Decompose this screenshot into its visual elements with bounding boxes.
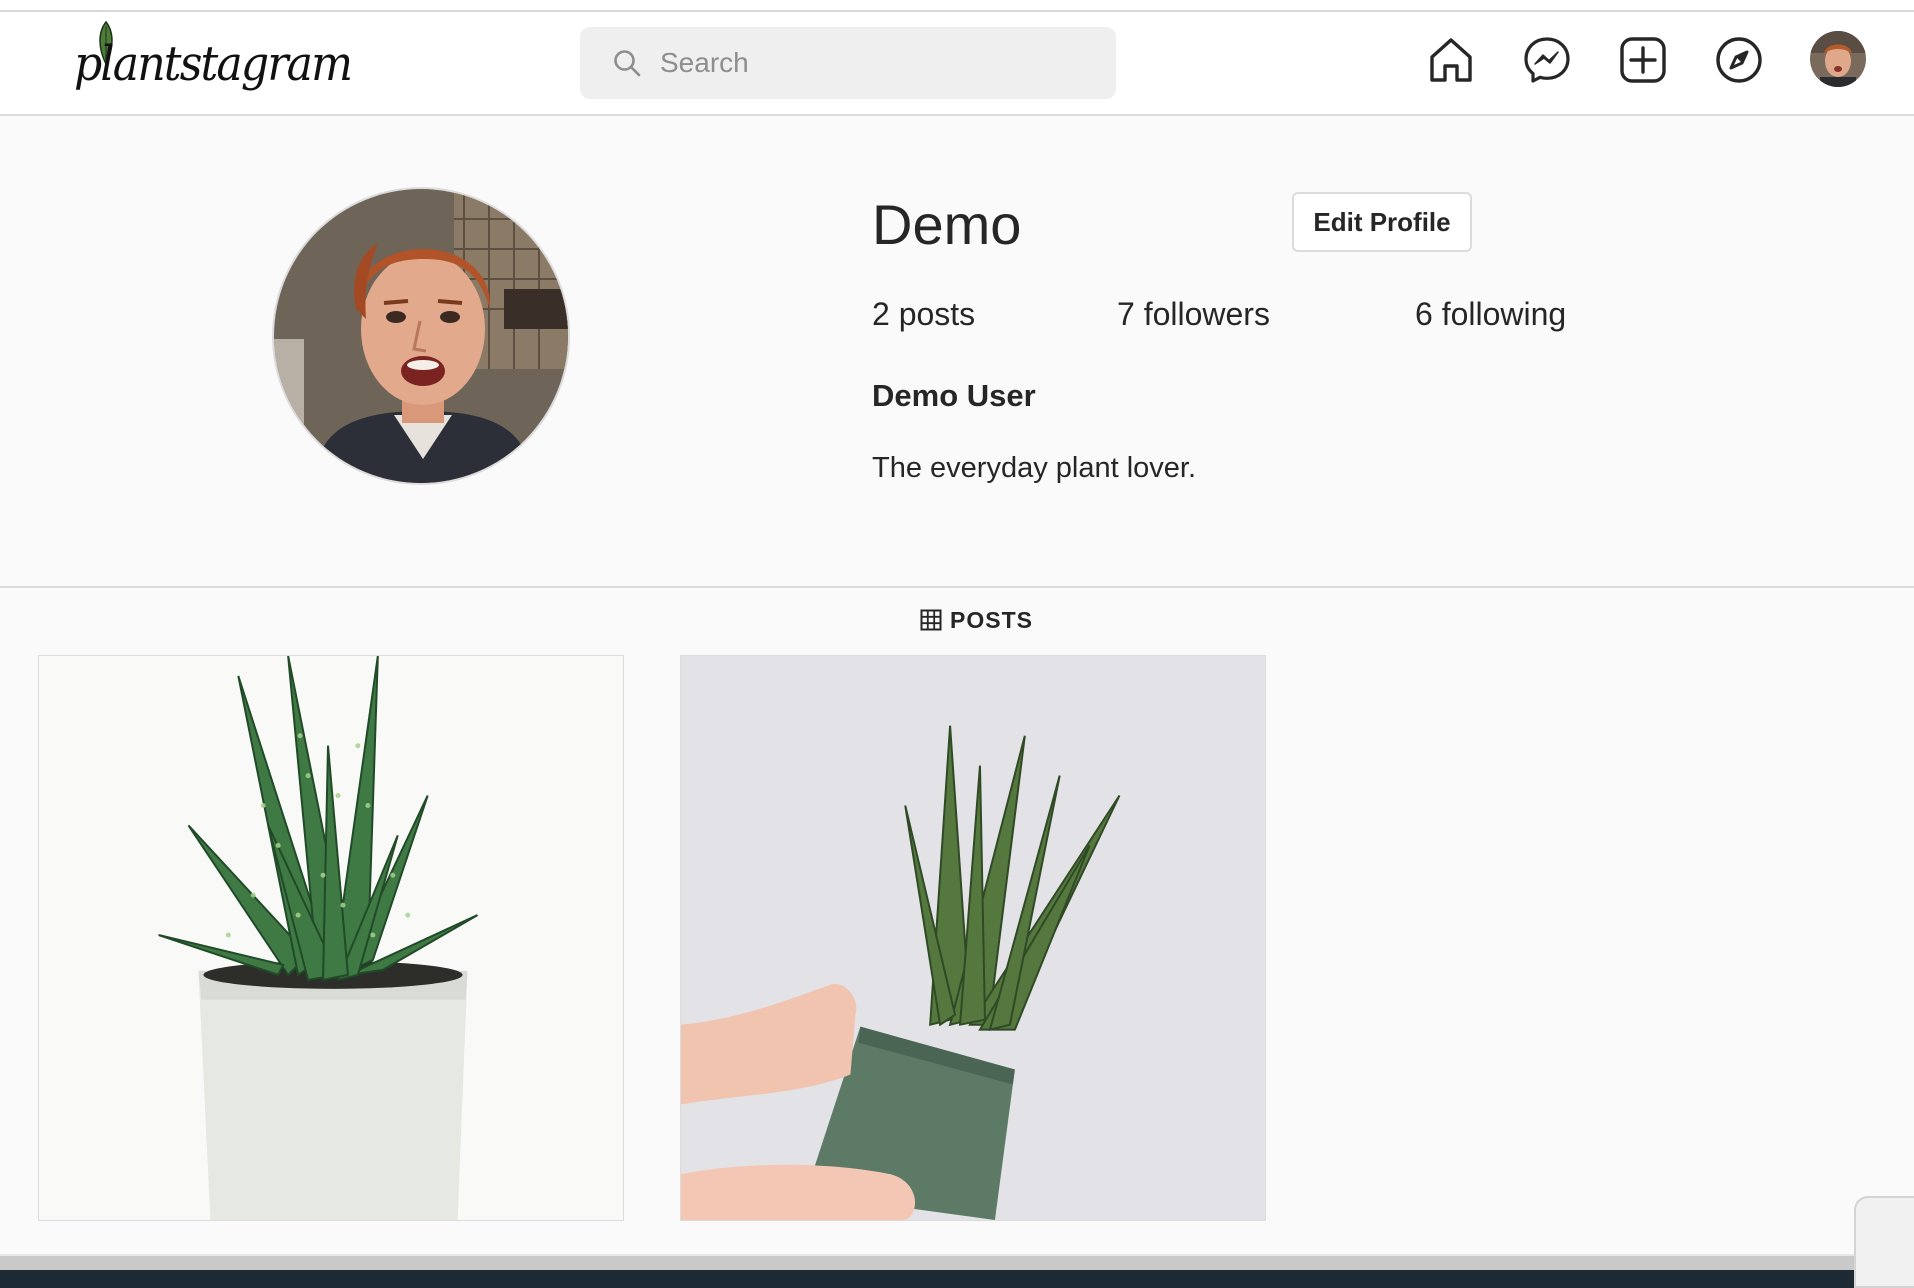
profile-full-name: Demo User [872,378,1036,413]
page-bottom-bar [0,1254,1914,1270]
avatar[interactable] [1810,31,1866,87]
post-thumbnail[interactable] [38,655,624,1221]
top-navbar: plantstagram [0,12,1914,116]
aloe-plant-image [39,656,623,1220]
profile-username: Demo [872,193,1022,256]
home-button[interactable] [1425,34,1477,86]
tab-posts-label: POSTS [950,606,1033,633]
new-post-button[interactable] [1617,34,1669,86]
search-icon [614,50,641,77]
grid-icon [920,609,942,631]
avatar-image [1810,31,1866,87]
floating-panel-corner[interactable] [1854,1196,1914,1288]
home-icon [1430,38,1472,82]
search-input[interactable] [660,47,1100,79]
browser-top-edge [0,0,1914,12]
messenger-icon [1524,37,1570,83]
plantstagram-logo[interactable]: plantstagram [74,20,353,116]
snake-plant-image [681,656,1265,1220]
profile-photo [274,189,568,483]
logo-text: plantstagram [74,36,353,92]
edit-profile-button[interactable]: Edit Profile [1292,192,1472,252]
followers-count[interactable]: 7 followers [1117,296,1270,333]
explore-button[interactable] [1713,34,1765,86]
posts-count: 2 posts [872,296,976,332]
profile-picture[interactable] [272,187,570,485]
profile-bio: The everyday plant lover. [872,452,1197,484]
search-bar[interactable] [580,27,1116,99]
tab-posts[interactable]: POSTS [920,606,1033,634]
section-divider [0,586,1914,588]
window-bottom-edge [0,1270,1914,1288]
explore-icon [1716,37,1762,83]
following-count[interactable]: 6 following [1415,296,1566,333]
post-thumbnail[interactable] [680,655,1266,1221]
new-post-icon [1620,37,1666,83]
messenger-button[interactable] [1521,34,1573,86]
